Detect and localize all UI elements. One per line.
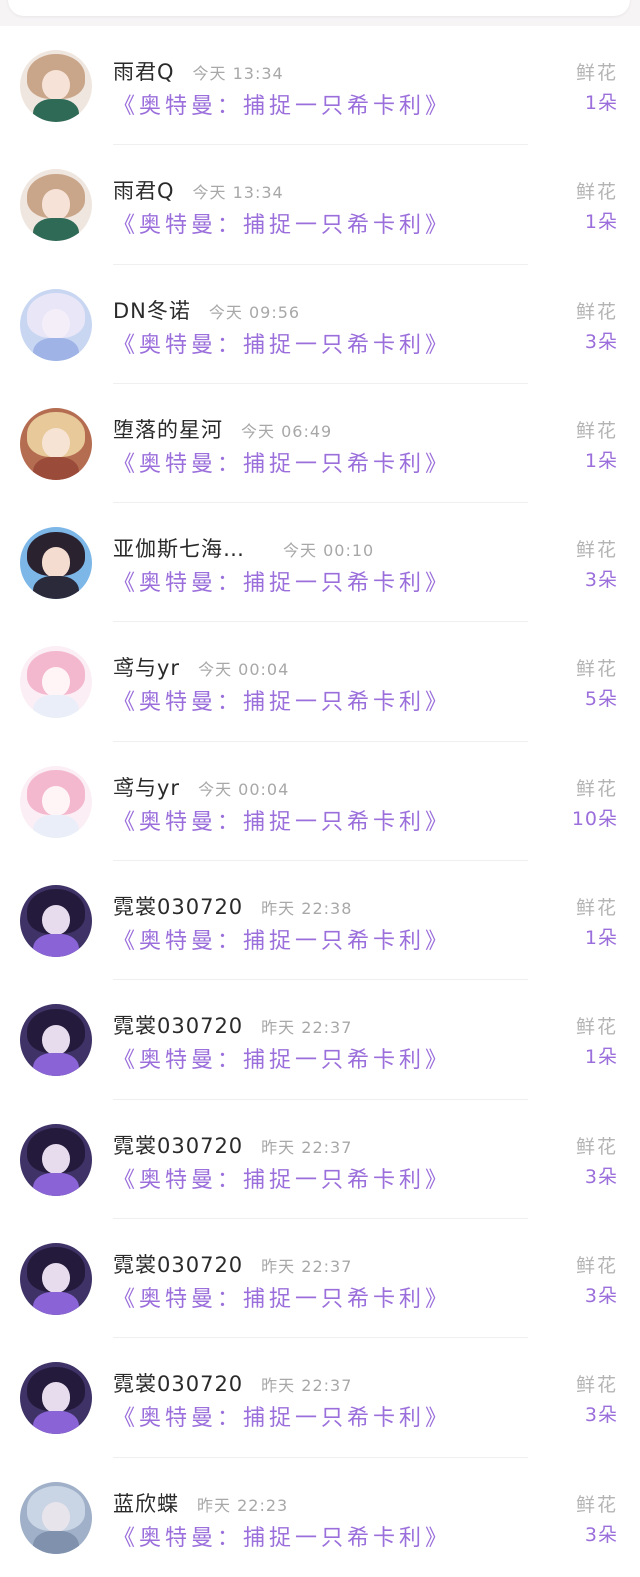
gift-record-row[interactable]: 鸢与yr 今天 00:04 《奥特曼：捕捉一只希卡利》 鲜花 10朵 (0, 742, 640, 862)
gift-type: 鲜花 (575, 419, 618, 442)
avatar[interactable] (20, 1242, 92, 1315)
gift-count: 3朵 (584, 1165, 618, 1188)
avatar[interactable] (20, 407, 92, 480)
book-title[interactable]: 《奥特曼：捕捉一只希卡利》 (113, 804, 451, 836)
book-title[interactable]: 《奥特曼：捕捉一只希卡利》 (113, 1400, 451, 1432)
avatar[interactable] (20, 1123, 92, 1196)
gift-record-row[interactable]: 霓裳030720 昨天 22:37 《奥特曼：捕捉一只希卡利》 鲜花 3朵 (0, 1100, 640, 1219)
gift-type: 鲜花 (575, 62, 618, 84)
gift-type: 鲜花 (575, 777, 618, 800)
timestamp: 昨天 22:37 (261, 1376, 353, 1396)
timestamp: 今天 13:34 (192, 64, 284, 83)
gift-count: 1朵 (584, 1046, 618, 1069)
gift-type: 鲜花 (575, 1374, 618, 1397)
book-title[interactable]: 《奥特曼：捕捉一只希卡利》 (113, 565, 451, 597)
avatar[interactable] (20, 885, 92, 958)
gift-count: 1朵 (584, 211, 618, 234)
timestamp: 昨天 22:37 (261, 1137, 353, 1157)
gift-record-row[interactable]: 雨君Q 今天 13:34 《奥特曼：捕捉一只希卡利》 鲜花 1朵 (0, 145, 640, 265)
gift-record-row[interactable]: 霓裳030720 昨天 22:38 《奥特曼：捕捉一只希卡利》 鲜花 1朵 (0, 861, 640, 981)
top-bar (0, 0, 640, 26)
user-name[interactable]: 鸢与yr (113, 772, 180, 802)
gift-type: 鲜花 (575, 539, 618, 562)
gift-count: 3朵 (584, 1404, 618, 1427)
gift-type: 鲜花 (575, 1016, 618, 1039)
user-name[interactable]: 霓裳030720 (113, 1130, 243, 1160)
user-name[interactable]: 亚伽斯七海… (113, 533, 245, 563)
book-title[interactable]: 《奥特曼：捕捉一只希卡利》 (113, 1042, 451, 1074)
book-title[interactable]: 《奥特曼：捕捉一只希卡利》 (113, 327, 451, 359)
user-name[interactable]: 霓裳030720 (113, 1249, 243, 1279)
gift-record-row[interactable]: 霓裳030720 昨天 22:37 《奥特曼：捕捉一只希卡利》 鲜花 3朵 (0, 1219, 640, 1339)
gift-type: 鲜花 (575, 658, 618, 681)
gift-record-row[interactable]: DN冬诺 今天 09:56 《奥特曼：捕捉一只希卡利》 鲜花 3朵 (0, 265, 640, 384)
timestamp: 今天 09:56 (208, 302, 301, 322)
book-title[interactable]: 《奥特曼：捕捉一只希卡利》 (113, 207, 451, 239)
timestamp: 今天 06:49 (241, 421, 333, 441)
timestamp: 昨天 22:23 (197, 1495, 289, 1515)
avatar[interactable] (20, 169, 92, 242)
book-title[interactable]: 《奥特曼：捕捉一只希卡利》 (113, 1162, 451, 1194)
user-name[interactable]: 蓝欣蝶 (113, 1488, 179, 1518)
user-name[interactable]: 堕落的星河 (113, 414, 223, 444)
gift-record-list: 雨君Q 今天 13:34 《奥特曼：捕捉一只希卡利》 鲜花 1朵 雨君Q 今天 … (0, 26, 640, 1577)
user-name[interactable]: 雨君Q (113, 56, 175, 86)
book-title[interactable]: 《奥特曼：捕捉一只希卡利》 (113, 1520, 451, 1552)
avatar[interactable] (20, 1481, 92, 1554)
book-title[interactable]: 《奥特曼：捕捉一只希卡利》 (113, 923, 451, 955)
gift-count: 1朵 (584, 92, 618, 114)
book-title[interactable]: 《奥特曼：捕捉一只希卡利》 (113, 684, 451, 716)
timestamp: 今天 00:04 (198, 779, 290, 799)
gift-count: 5朵 (584, 688, 618, 711)
avatar[interactable] (20, 50, 92, 122)
avatar[interactable] (20, 1362, 92, 1435)
user-name[interactable]: 鸢与yr (113, 652, 180, 682)
gift-type: 鲜花 (575, 897, 618, 920)
gift-type: 鲜花 (575, 181, 618, 204)
timestamp: 今天 00:10 (283, 541, 375, 561)
timestamp: 昨天 22:38 (261, 899, 353, 919)
avatar[interactable] (20, 765, 92, 838)
timestamp: 昨天 22:37 (261, 1256, 353, 1276)
gift-record-row[interactable]: 亚伽斯七海… 今天 00:10 《奥特曼：捕捉一只希卡利》 鲜花 3朵 (0, 503, 640, 623)
book-title[interactable]: 《奥特曼：捕捉一只希卡利》 (113, 1281, 451, 1313)
gift-record-row[interactable]: 蓝欣蝶 昨天 22:23 《奥特曼：捕捉一只希卡利》 鲜花 3朵 (0, 1458, 640, 1577)
user-name[interactable]: 霓裳030720 (113, 1368, 243, 1398)
gift-count: 10朵 (571, 807, 618, 830)
avatar[interactable] (20, 1004, 92, 1077)
gift-type: 鲜花 (575, 1254, 618, 1277)
user-name[interactable]: 雨君Q (113, 175, 175, 205)
book-title[interactable]: 《奥特曼：捕捉一只希卡利》 (113, 446, 451, 478)
gift-count: 3朵 (584, 1284, 618, 1307)
avatar[interactable] (20, 288, 92, 361)
avatar[interactable] (20, 527, 92, 600)
timestamp: 今天 13:34 (192, 183, 284, 203)
gift-record-row[interactable]: 雨君Q 今天 13:34 《奥特曼：捕捉一只希卡利》 鲜花 1朵 (0, 26, 640, 146)
timestamp: 昨天 22:37 (261, 1018, 353, 1038)
gift-count: 1朵 (584, 927, 618, 950)
gift-record-row[interactable]: 鸢与yr 今天 00:04 《奥特曼：捕捉一只希卡利》 鲜花 5朵 (0, 622, 640, 742)
user-name[interactable]: 霓裳030720 (113, 891, 243, 921)
gift-type: 鲜花 (575, 1493, 618, 1516)
user-name[interactable]: 霓裳030720 (113, 1010, 243, 1040)
avatar[interactable] (20, 646, 92, 719)
book-title[interactable]: 《奥特曼：捕捉一只希卡利》 (113, 88, 451, 120)
gift-type: 鲜花 (575, 300, 618, 323)
gift-record-row[interactable]: 霓裳030720 昨天 22:37 《奥特曼：捕捉一只希卡利》 鲜花 1朵 (0, 980, 640, 1100)
timestamp: 今天 00:04 (198, 660, 290, 680)
gift-count: 3朵 (584, 569, 618, 592)
gift-type: 鲜花 (575, 1135, 618, 1158)
gift-count: 1朵 (584, 449, 618, 472)
gift-count: 3朵 (584, 1523, 618, 1546)
gift-record-row[interactable]: 霓裳030720 昨天 22:37 《奥特曼：捕捉一只希卡利》 鲜花 3朵 (0, 1338, 640, 1458)
gift-record-row[interactable]: 堕落的星河 今天 06:49 《奥特曼：捕捉一只希卡利》 鲜花 1朵 (0, 384, 640, 504)
user-name[interactable]: DN冬诺 (113, 295, 191, 325)
gift-count: 3朵 (584, 330, 618, 353)
top-bar-edge (8, 0, 630, 16)
